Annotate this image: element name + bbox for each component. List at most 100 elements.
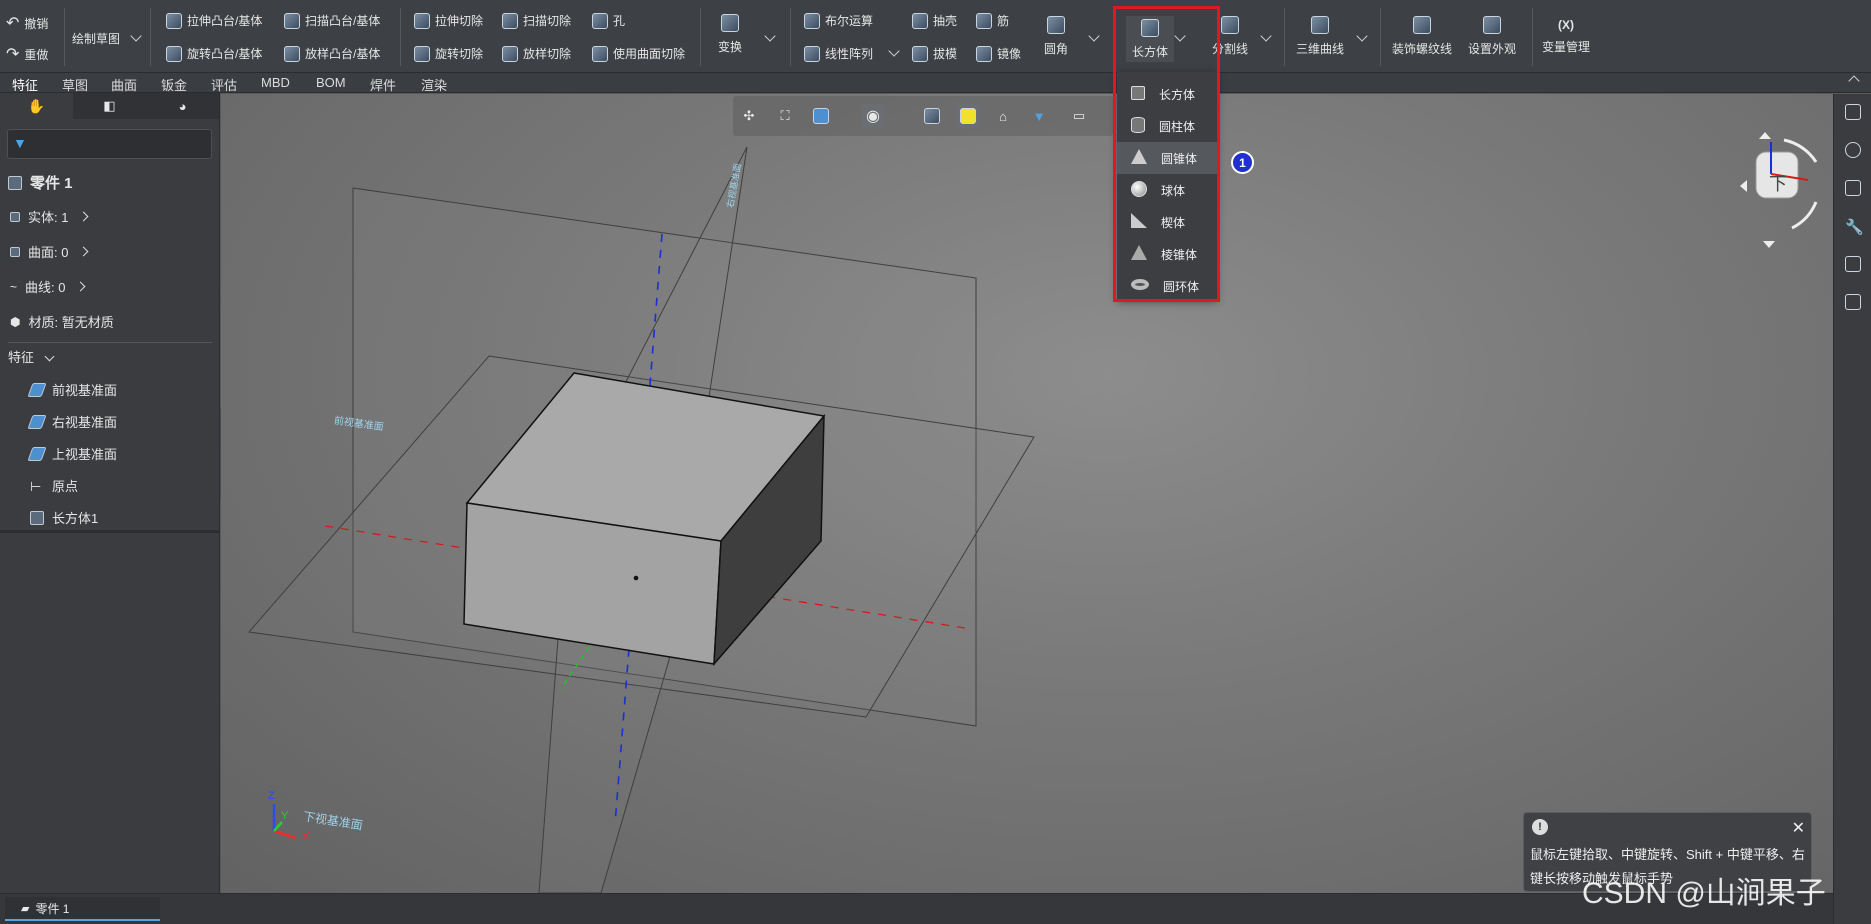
revolve-cut-button[interactable]: 旋转切除 [414,45,483,62]
box-button[interactable]: 长方体 [1126,16,1175,62]
surface-icon [10,246,20,257]
display-style-button[interactable] [956,104,980,128]
tab-6[interactable]: BOM [316,75,346,90]
hole-button[interactable]: 孔 [592,12,625,29]
fillet-button[interactable]: 圆角 [1044,16,1068,57]
split-line-icon [1221,16,1239,34]
tab-appearance[interactable]: ◕ [146,93,219,119]
feature-item[interactable]: 前视基准面 [27,380,117,399]
view-orientation-button[interactable] [809,104,833,128]
hole-icon [592,12,608,29]
transform-button[interactable]: 变换 [718,14,742,55]
fillet-icon [1047,16,1065,34]
split-line-button[interactable]: 分割线 [1212,16,1248,57]
dropdown-item-wedge[interactable]: 楔体 [1117,206,1217,238]
transform-dropdown-icon[interactable] [764,30,776,42]
tab-1[interactable]: 草图 [62,75,88,94]
appearance-view-button[interactable]: ⌂ [991,104,1015,128]
sketch-dropdown-icon[interactable] [130,30,142,42]
extrude-cut-button[interactable]: 拉伸切除 [414,12,483,29]
surface-cut-icon [592,45,608,62]
solid-count[interactable]: 实体: 1 [10,207,89,226]
variable-icon: (X) [1558,18,1574,32]
folder-icon[interactable] [1845,104,1861,120]
features-header[interactable]: 特征 [8,347,55,366]
dropdown-item-box[interactable]: 长方体 [1117,78,1217,110]
document-tab[interactable]: ▰ 零件 1 [5,897,160,921]
undo-button[interactable]: ↶ 撤销 [6,13,48,33]
axis-x-label: X [302,831,310,843]
fillet-dropdown-icon[interactable] [1088,30,1100,42]
extrude-boss-button[interactable]: 拉伸凸台/基体 [166,12,262,29]
pattern-dropdown-icon[interactable] [888,45,900,57]
feature-item[interactable]: 右视基准面 [27,412,117,431]
layout-icon[interactable] [1845,256,1861,272]
tab-0[interactable]: 特征 [12,75,38,94]
zoom-fit-button[interactable]: ✣ [737,104,761,128]
redo-button[interactable]: ↷ 重做 [6,44,48,64]
sweep-cut-button[interactable]: 扫描切除 [502,12,571,29]
zoom-area-icon: ⛶ [780,108,790,123]
feature-item[interactable]: 上视基准面 [27,444,117,463]
zoom-area-button[interactable]: ⛶ [773,104,797,128]
loft-boss-button[interactable]: 放样凸台/基体 [284,45,380,62]
shell-button[interactable]: 抽壳 [912,12,957,29]
model-icon[interactable] [1845,180,1861,196]
feature-item[interactable]: ⊢ 原点 [30,476,78,495]
tree-filter-input[interactable]: ▼ [7,129,212,159]
surface-count[interactable]: 曲面: 0 [10,242,89,261]
wrench-icon[interactable]: 🔧 [1845,218,1864,236]
book-icon[interactable] [1845,294,1861,310]
selection-filter-button[interactable]: ▼ [1027,104,1051,128]
dropdown-item-cone[interactable]: 圆锥体 [1117,142,1217,174]
revolve-boss-button[interactable]: 旋转凸台/基体 [166,45,262,62]
curve-3d-dropdown-icon[interactable] [1356,30,1368,42]
3d-viewport[interactable]: 前视基准面 下视基准面 右视基准面 Z Y X 下 [221,94,1833,893]
appearance-button[interactable]: 设置外观 [1468,16,1516,57]
box-dropdown-icon[interactable] [1174,30,1186,42]
view-cube-face: 下 [1769,174,1787,194]
part-name[interactable]: 零件 1 [8,172,73,193]
loft-cut-button[interactable]: 放样切除 [502,45,571,62]
material-row[interactable]: ⬢ 材质: 暂无材质 [10,312,114,331]
parameters-icon[interactable] [1845,142,1861,158]
sweep-boss-button[interactable]: 扫描凸台/基体 [284,12,380,29]
solid-icon [10,211,20,222]
dropdown-item-sphere[interactable]: 球体 [1117,174,1217,206]
rib-button[interactable]: 筋 [976,12,1009,29]
tab-3[interactable]: 钣金 [161,75,187,94]
curve-3d-icon [1311,16,1329,34]
tab-7[interactable]: 焊件 [370,75,396,94]
sketch-button[interactable]: 绘制草图 [72,30,120,47]
linear-pattern-button[interactable]: 线性阵列 [804,45,873,62]
dropdown-item-pyramid[interactable]: 棱锥体 [1117,238,1217,270]
surface-cut-button[interactable]: 使用曲面切除 [592,45,685,62]
shaded-cube-icon [960,108,976,124]
collapse-ribbon-icon[interactable] [1848,75,1860,87]
hide-show-button[interactable]: ◉ [861,104,885,128]
close-icon[interactable]: ✕ [1792,817,1805,841]
tab-properties[interactable]: ◧ [73,93,146,119]
feature-item[interactable]: 长方体1 [30,508,98,527]
tab-2[interactable]: 曲面 [111,75,137,94]
section-view-button[interactable] [920,104,944,128]
draft-button[interactable]: 拔模 [912,45,957,62]
curve-count[interactable]: ~ 曲线: 0 [10,277,86,296]
boolean-button[interactable]: 布尔运算 [804,12,873,29]
tab-feature-tree[interactable]: ✋ [0,93,73,119]
tab-5[interactable]: MBD [261,75,290,90]
axis-z-label: Z [268,790,275,802]
zoom-fit-icon: ✣ [743,108,755,123]
variables-button[interactable]: (X) 变量管理 [1542,18,1590,55]
tab-4[interactable]: 评估 [211,75,237,94]
split-line-dropdown-icon[interactable] [1260,30,1272,42]
dropdown-item-cylinder[interactable]: 圆柱体 [1117,110,1217,142]
mirror-button[interactable]: 镜像 [976,45,1021,62]
cube-icon [813,108,829,124]
view-cube[interactable]: 下 [1716,122,1846,252]
cosmetic-thread-button[interactable]: 装饰螺纹线 [1392,16,1452,57]
display-settings-button[interactable]: ▭ [1067,104,1091,128]
dropdown-item-torus[interactable]: 圆环体 [1117,270,1217,302]
curve-3d-button[interactable]: 三维曲线 [1296,16,1344,57]
tab-8[interactable]: 渲染 [421,75,447,94]
